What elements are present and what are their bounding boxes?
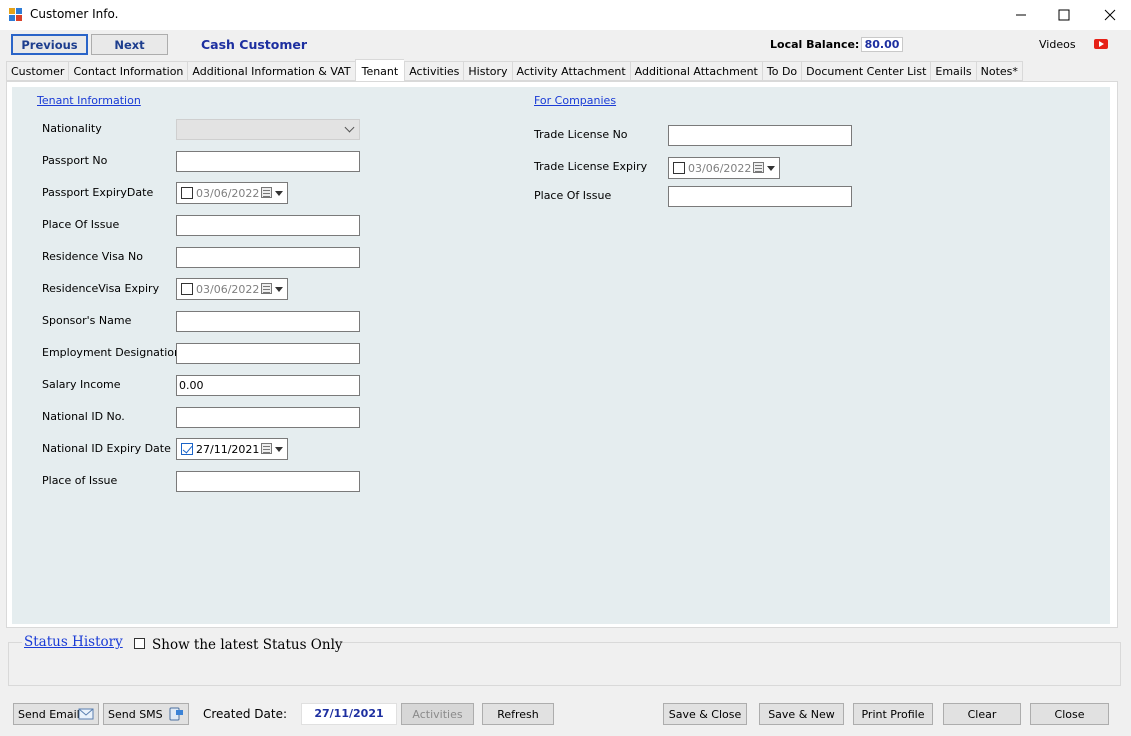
passport-expiry-value: 03/06/2022 xyxy=(196,187,260,200)
tab-emails[interactable]: Emails xyxy=(930,61,976,81)
residence-visa-no-input[interactable] xyxy=(176,247,360,268)
trade-license-expiry-label: Trade License Expiry xyxy=(534,160,648,173)
close-window-button[interactable] xyxy=(1087,0,1131,30)
send-email-label: Send Email xyxy=(18,707,80,721)
group-border xyxy=(8,642,22,643)
send-sms-label: Send SMS xyxy=(108,707,163,721)
id-place-label: Place of Issue xyxy=(42,474,118,487)
calendar-icon xyxy=(261,187,272,198)
tab-customer[interactable]: Customer xyxy=(6,61,69,81)
tab-activity-attachment[interactable]: Activity Attachment xyxy=(511,61,630,81)
salary-income-label: Salary Income xyxy=(42,378,121,391)
sms-icon xyxy=(169,707,183,721)
dropdown-arrow-icon[interactable] xyxy=(767,166,775,171)
save-close-button[interactable]: Save & Close xyxy=(663,703,747,725)
calendar-icon xyxy=(261,443,272,454)
tab-document-center-list[interactable]: Document Center List xyxy=(801,61,931,81)
sponsor-name-input[interactable] xyxy=(176,311,360,332)
company-place-label: Place Of Issue xyxy=(534,189,612,202)
passport-expiry-datepicker[interactable]: 03/06/2022 xyxy=(176,182,288,204)
tab-to-do[interactable]: To Do xyxy=(761,61,802,81)
national-id-expiry-datepicker[interactable]: 27/11/2021 xyxy=(176,438,288,460)
residence-visa-expiry-datepicker[interactable]: 03/06/2022 xyxy=(176,278,288,300)
email-icon xyxy=(78,708,94,720)
salary-income-input[interactable]: 0.00 xyxy=(176,375,360,396)
show-latest-status-checkbox[interactable] xyxy=(134,638,145,649)
passport-no-input[interactable] xyxy=(176,151,360,172)
local-balance-value: 80.00 xyxy=(861,37,903,52)
send-email-button[interactable]: Send Email xyxy=(13,703,99,725)
passport-expiry-checkbox[interactable] xyxy=(181,187,193,199)
trade-license-expiry-datepicker[interactable]: 03/06/2022 xyxy=(668,157,780,179)
tab-history[interactable]: History xyxy=(463,61,512,81)
tab-contact-information[interactable]: Contact Information xyxy=(68,61,188,81)
tab-additional-attachment[interactable]: Additional Attachment xyxy=(629,61,762,81)
app-icon xyxy=(9,8,23,22)
maximize-icon xyxy=(1058,9,1070,21)
trade-license-expiry-value: 03/06/2022 xyxy=(688,162,752,175)
tab-notes[interactable]: Notes* xyxy=(975,61,1023,81)
activities-button[interactable]: Activities xyxy=(401,703,474,725)
national-id-expiry-checkbox[interactable] xyxy=(181,443,193,455)
close-icon xyxy=(1104,9,1116,21)
trade-license-label: Trade License No xyxy=(534,128,628,141)
tab-additional-information-vat[interactable]: Additional Information & VAT xyxy=(187,61,355,81)
passport-no-label: Passport No xyxy=(42,154,108,167)
residence-visa-expiry-checkbox[interactable] xyxy=(181,283,193,295)
print-profile-button[interactable]: Print Profile xyxy=(853,703,933,725)
previous-button[interactable]: Previous xyxy=(11,34,88,55)
passport-place-input[interactable] xyxy=(176,215,360,236)
trade-license-expiry-checkbox[interactable] xyxy=(673,162,685,174)
youtube-icon[interactable] xyxy=(1094,39,1108,49)
employment-designation-label: Employment Designation xyxy=(42,346,181,359)
save-new-button[interactable]: Save & New xyxy=(759,703,844,725)
show-latest-status-label: Show the latest Status Only xyxy=(152,637,343,653)
residence-visa-no-label: Residence Visa No xyxy=(42,250,144,263)
tab-strip: Customer Contact Information Additional … xyxy=(6,59,1023,82)
for-companies-link[interactable]: For Companies xyxy=(534,94,616,107)
minimize-icon xyxy=(1016,14,1026,16)
minimize-button[interactable] xyxy=(998,0,1044,30)
passport-place-label: Place Of Issue xyxy=(42,218,120,231)
dropdown-arrow-icon[interactable] xyxy=(275,287,283,292)
national-id-input[interactable] xyxy=(176,407,360,428)
sponsor-name-label: Sponsor's Name xyxy=(42,314,132,327)
clear-button[interactable]: Clear xyxy=(943,703,1021,725)
national-id-expiry-value: 27/11/2021 xyxy=(196,443,260,456)
national-id-expiry-label: National ID Expiry Date xyxy=(42,442,171,455)
group-border xyxy=(320,642,1121,643)
maximize-button[interactable] xyxy=(1041,0,1087,30)
chevron-down-icon xyxy=(344,122,355,133)
title-bar: Customer Info. xyxy=(0,0,1131,30)
tab-tenant[interactable]: Tenant xyxy=(354,59,405,82)
local-balance-label: Local Balance: xyxy=(770,38,860,51)
send-sms-button[interactable]: Send SMS xyxy=(103,703,189,725)
company-place-input[interactable] xyxy=(668,186,852,207)
created-date-value: 27/11/2021 xyxy=(301,703,397,725)
calendar-icon xyxy=(753,162,764,173)
calendar-icon xyxy=(261,283,272,294)
id-place-input[interactable] xyxy=(176,471,360,492)
nationality-label: Nationality xyxy=(42,122,102,135)
created-date-label: Created Date: xyxy=(203,707,288,721)
national-id-label: National ID No. xyxy=(42,410,125,423)
residence-visa-expiry-value: 03/06/2022 xyxy=(196,283,260,296)
videos-label: Videos xyxy=(1039,38,1076,51)
passport-expiry-label: Passport ExpiryDate xyxy=(42,186,154,199)
status-history-link[interactable]: Status History xyxy=(24,634,123,650)
refresh-button[interactable]: Refresh xyxy=(482,703,554,725)
dropdown-arrow-icon[interactable] xyxy=(275,191,283,196)
residence-visa-expiry-label: ResidenceVisa Expiry xyxy=(42,282,160,295)
close-button[interactable]: Close xyxy=(1030,703,1109,725)
dropdown-arrow-icon[interactable] xyxy=(275,447,283,452)
trade-license-input[interactable] xyxy=(668,125,852,146)
nationality-select[interactable] xyxy=(176,119,360,140)
next-button[interactable]: Next xyxy=(91,34,168,55)
tab-activities[interactable]: Activities xyxy=(404,61,464,81)
employment-designation-input[interactable] xyxy=(176,343,360,364)
tenant-information-link[interactable]: Tenant Information xyxy=(37,94,141,107)
window-title: Customer Info. xyxy=(30,7,119,21)
customer-name: Cash Customer xyxy=(201,37,308,52)
